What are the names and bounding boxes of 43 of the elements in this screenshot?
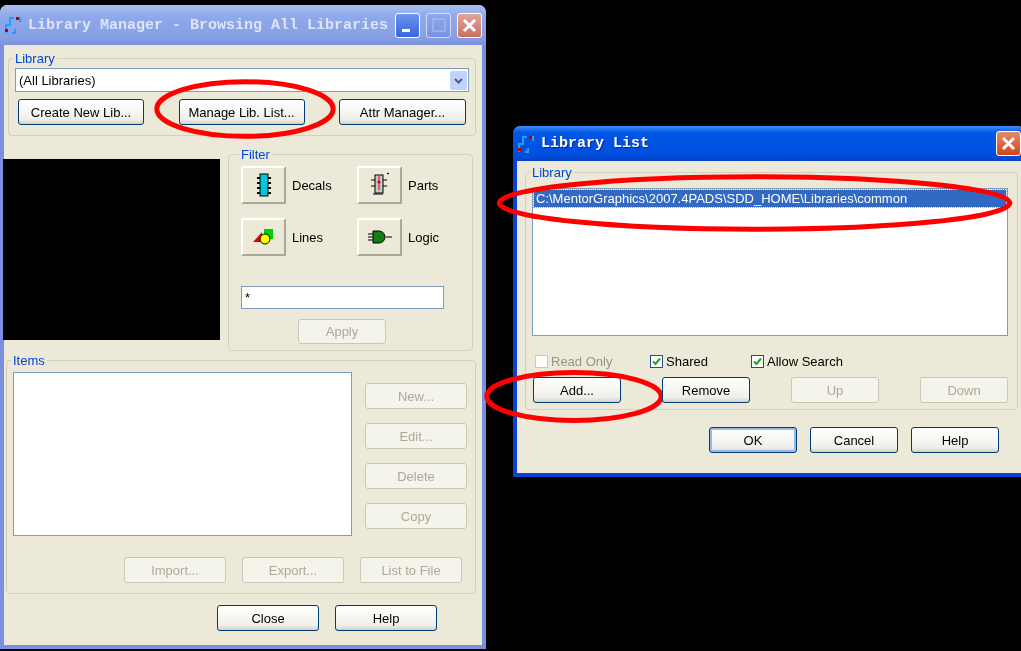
logic-gate-icon: [367, 230, 392, 244]
library-list[interactable]: C:\MentorGraphics\2007.4PADS\SDD_HOME\Libraries\common: [532, 188, 1008, 336]
filter-type-label: Logic: [408, 229, 440, 245]
filter-field[interactable]: *: [241, 286, 444, 309]
library-action-button[interactable]: Attr Manager...: [339, 99, 466, 125]
component-icon: [368, 172, 391, 198]
library-action-button[interactable]: Manage Lib. List...: [178, 99, 305, 125]
filter-type-label: Lines: [292, 229, 324, 245]
list-action-button[interactable]: Add...: [533, 377, 621, 403]
dialog-button[interactable]: Close: [217, 605, 319, 631]
shapes-icon: [252, 229, 275, 245]
group-label: Library: [14, 51, 56, 66]
close-button[interactable]: [457, 12, 482, 38]
list-action-button[interactable]: Remove: [662, 377, 750, 403]
check-icon: [652, 357, 661, 366]
close-icon: [462, 17, 477, 33]
maximize-icon: [431, 18, 446, 32]
filter-type-button[interactable]: [357, 218, 402, 256]
chip-icon: [256, 173, 271, 197]
dialog-button[interactable]: Cancel: [810, 427, 898, 453]
dialog-button[interactable]: OK: [709, 427, 797, 453]
checkbox[interactable]: Shared: [650, 354, 751, 369]
filter-type-label: Parts: [408, 177, 439, 193]
app-icon: [4, 16, 22, 34]
window-title: Library List: [541, 135, 651, 152]
filter-type-label: Decals: [292, 177, 332, 193]
group-label: Filter: [240, 147, 271, 162]
close-button[interactable]: [996, 131, 1021, 156]
library-action-button[interactable]: Create New Lib...: [18, 99, 144, 125]
group-label: Items: [12, 353, 46, 368]
group-label: Library: [531, 165, 573, 180]
dialog-button[interactable]: Help: [335, 605, 437, 631]
filter-type-button[interactable]: [241, 166, 286, 204]
close-icon: [1001, 136, 1016, 151]
minimize-button[interactable]: [395, 12, 420, 38]
app-icon: [517, 134, 535, 153]
library-path-row[interactable]: C:\MentorGraphics\2007.4PADS\SDD_HOME\Libraries\common: [534, 190, 1006, 207]
check-icon: [753, 357, 762, 366]
dialog-button[interactable]: Help: [911, 427, 999, 453]
checkbox[interactable]: Allow Search: [751, 354, 871, 369]
library-dropdown[interactable]: (All Libraries): [15, 68, 469, 92]
window-title: Library Manager - Browsing All Libraries: [28, 16, 389, 34]
minimize-icon: [402, 28, 410, 32]
